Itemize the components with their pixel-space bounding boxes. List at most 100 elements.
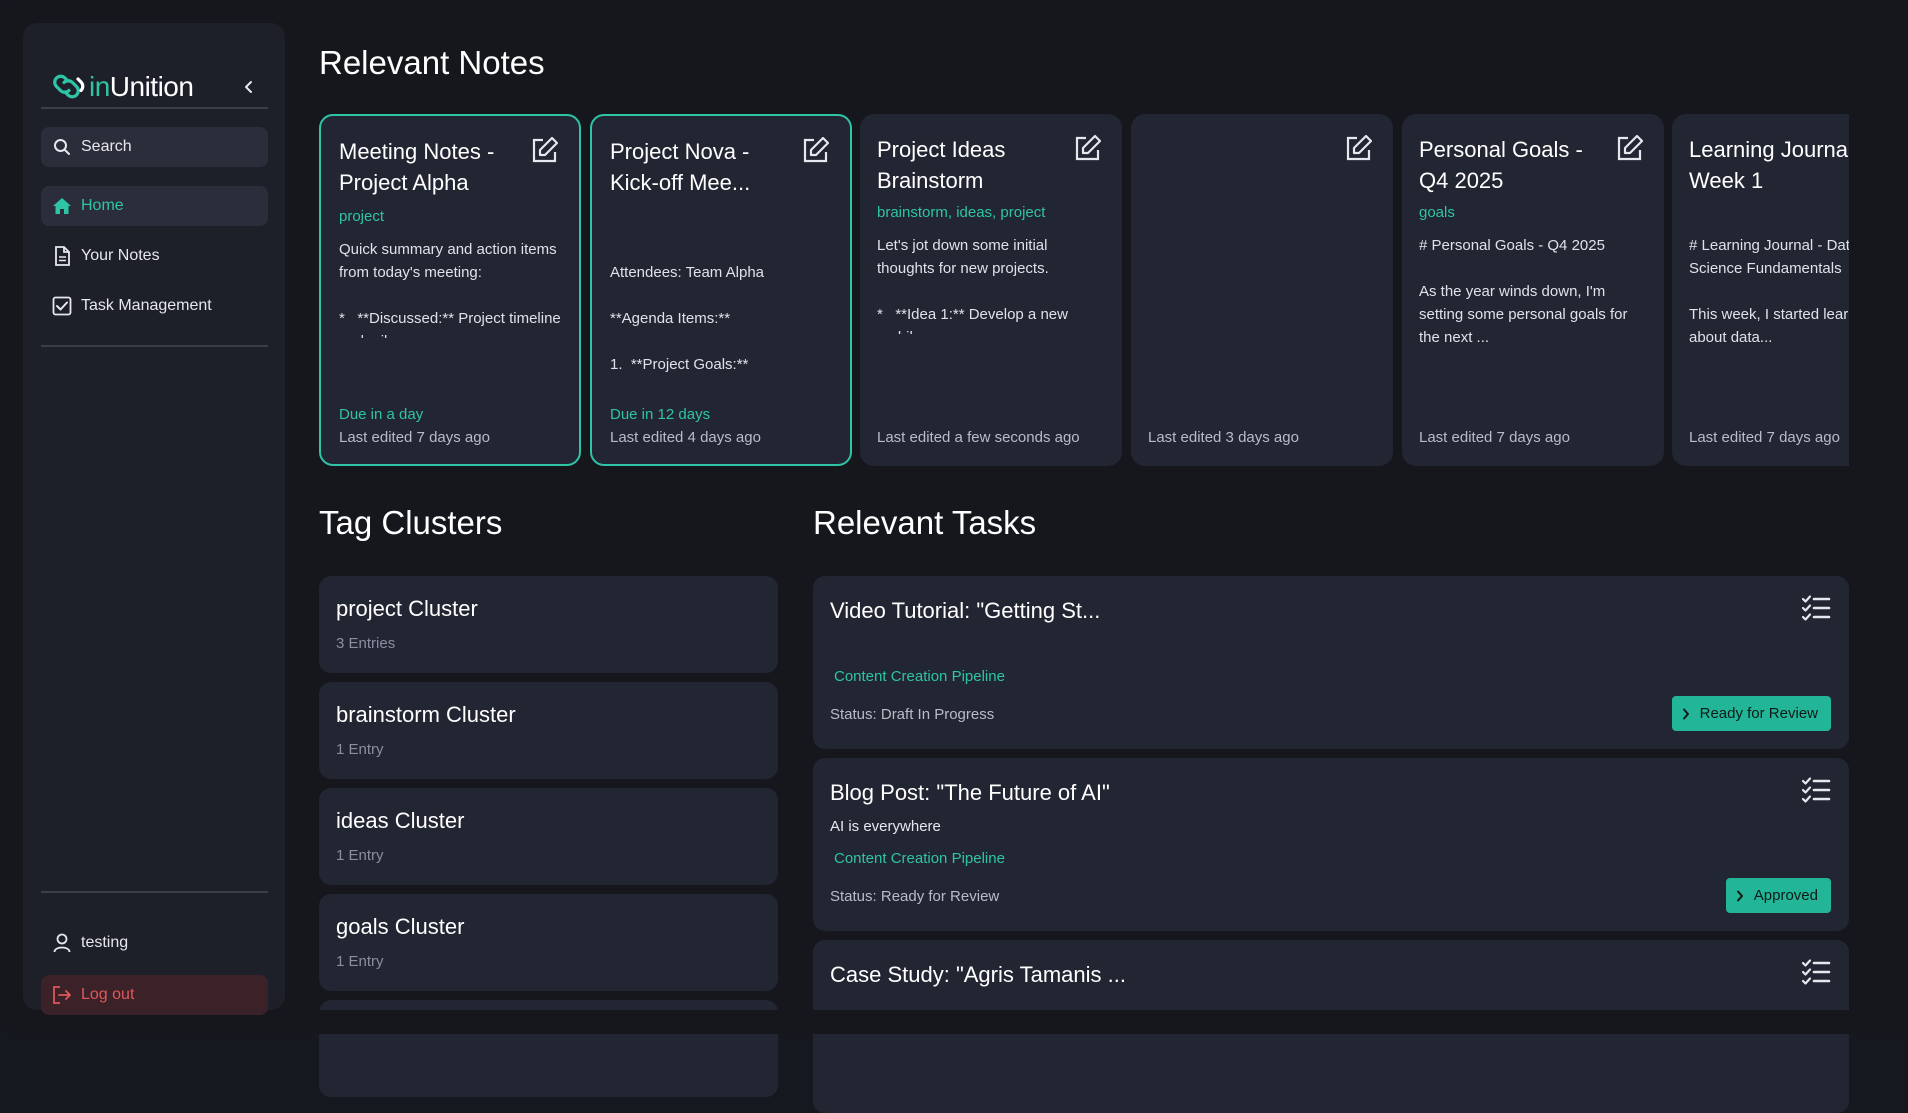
note-title: Learning Journal - Week 1	[1689, 137, 1849, 193]
sidebar-divider	[41, 345, 268, 347]
task-list-icon[interactable]	[1801, 594, 1831, 624]
logout-icon	[51, 984, 73, 1006]
note-last-edited: Last edited a few seconds ago	[877, 429, 1080, 446]
note-preview: Attendees: Team Alpha **Agenda Items:** …	[610, 264, 780, 381]
note-last-edited: Last edited 7 days ago	[1419, 429, 1570, 446]
sidebar-item-task-management[interactable]: Task Management	[41, 286, 268, 326]
cluster-name: brainstorm Cluster	[336, 702, 516, 727]
tag-cluster-card[interactable]: project Cluster 3 Entries	[319, 576, 778, 673]
user-icon	[51, 932, 73, 954]
sidebar-item-home[interactable]: Home	[41, 186, 268, 226]
note-due-date: Due in 12 days	[610, 406, 711, 423]
note-title: Project Nova - Kick-off Mee...	[610, 139, 751, 195]
checkbox-icon	[51, 295, 73, 317]
note-card[interactable]: Learning Journal - Week 1 # Learning Jou…	[1672, 114, 1849, 466]
advance-status-label: Ready for Review	[1699, 705, 1818, 722]
task-card[interactable]: Video Tutorial: "Getting St... Content C…	[813, 576, 1849, 749]
brand-prefix: in	[89, 71, 110, 102]
brand-logo[interactable]: inUnition	[51, 67, 194, 107]
tag-cluster-card[interactable]: ideas Cluster 1 Entry	[319, 788, 778, 885]
collapse-sidebar-button[interactable]	[233, 71, 265, 103]
task-list-icon[interactable]	[1801, 776, 1831, 806]
sidebar-divider	[41, 107, 268, 109]
cluster-entry-count: 3 Entries	[336, 635, 396, 652]
viewport-bottom-edge	[290, 1010, 1890, 1034]
cluster-entry-count: 1 Entry	[336, 953, 384, 970]
note-preview: # Learning Journal - Data Science Fundam…	[1689, 237, 1849, 346]
search-input[interactable]	[81, 138, 261, 156]
task-pipeline-link[interactable]: Content Creation Pipeline	[834, 850, 1005, 867]
cluster-entry-count: 1 Entry	[336, 741, 384, 758]
edit-icon	[803, 136, 830, 163]
search-icon	[54, 139, 70, 155]
username: testing	[81, 934, 129, 951]
note-last-edited: Last edited 3 days ago	[1148, 429, 1299, 446]
relevant-tasks-heading: Relevant Tasks	[813, 504, 1037, 541]
edit-note-button[interactable]	[1614, 132, 1646, 164]
sidebar: inUnition Home Your Notes Task Mana	[23, 23, 285, 1015]
note-title: Meeting Notes - Project Alpha	[339, 139, 495, 195]
task-status: Status: Draft In Progress	[830, 706, 995, 723]
note-card[interactable]: Last edited 3 days ago	[1131, 114, 1393, 466]
edit-note-button[interactable]	[1343, 132, 1375, 164]
tag-clusters-heading: Tag Clusters	[319, 504, 503, 541]
note-card[interactable]: Meeting Notes - Project Alpha project Qu…	[319, 114, 581, 466]
note-preview: Let's jot down some initial thoughts for…	[877, 237, 1068, 334]
sidebar-item-label: Your Notes	[81, 247, 160, 264]
advance-status-button[interactable]: Ready for Review	[1671, 696, 1831, 731]
task-title: Blog Post: "The Future of AI"	[830, 780, 1110, 805]
note-tags: brainstorm, ideas, project	[877, 204, 1046, 221]
task-status: Status: Ready for Review	[830, 888, 1000, 905]
sidebar-item-your-notes[interactable]: Your Notes	[41, 236, 268, 276]
note-tags: project	[339, 208, 385, 225]
edit-icon	[1346, 134, 1373, 161]
note-title: Personal Goals - Q4 2025	[1419, 137, 1583, 193]
advance-status-label: Approved	[1753, 887, 1818, 904]
home-icon	[51, 195, 73, 217]
note-card[interactable]: Project Ideas Brainstorm brainstorm, ide…	[860, 114, 1122, 466]
cluster-entry-count: 1 Entry	[336, 847, 384, 864]
sidebar-item-label: Home	[81, 197, 124, 214]
search-field[interactable]	[41, 127, 268, 167]
note-preview: Quick summary and action items from toda…	[339, 241, 561, 338]
task-title: Case Study: "Agris Tamanis ...	[830, 962, 1126, 987]
document-icon	[51, 245, 73, 267]
task-pipeline-link[interactable]: Content Creation Pipeline	[834, 668, 1005, 685]
note-card[interactable]: Personal Goals - Q4 2025 goals # Persona…	[1402, 114, 1664, 466]
logout-label: Log out	[81, 986, 135, 1003]
tag-cluster-card[interactable]: goals Cluster 1 Entry	[319, 894, 778, 991]
edit-note-button[interactable]	[529, 134, 561, 166]
edit-note-button[interactable]	[800, 134, 832, 166]
brand-suffix: Unition	[109, 71, 194, 102]
note-tags: goals	[1419, 204, 1455, 221]
user-profile[interactable]: testing	[41, 925, 268, 961]
edit-note-button[interactable]	[1072, 132, 1104, 164]
task-list-icon[interactable]	[1801, 958, 1831, 988]
advance-status-button[interactable]: Approved	[1725, 878, 1831, 913]
logout-button[interactable]: Log out	[41, 975, 268, 1015]
cluster-name: ideas Cluster	[336, 808, 465, 833]
edit-icon	[1617, 134, 1644, 161]
app-window: inUnition Home Your Notes Task Mana	[0, 0, 1908, 1113]
link-logo-icon	[53, 74, 85, 99]
note-title: Project Ideas Brainstorm	[877, 137, 1006, 193]
note-last-edited: Last edited 7 days ago	[1689, 429, 1840, 446]
cluster-name: goals Cluster	[336, 914, 465, 939]
tag-cluster-card[interactable]: brainstorm Cluster 1 Entry	[319, 682, 778, 779]
notes-carousel[interactable]: Meeting Notes - Project Alpha project Qu…	[319, 114, 1849, 466]
chevron-right-icon	[1736, 890, 1744, 902]
chevron-right-icon	[1682, 708, 1690, 720]
sidebar-divider	[41, 891, 268, 893]
note-card[interactable]: Project Nova - Kick-off Mee... Attendees…	[590, 114, 852, 466]
chevron-left-icon	[245, 81, 252, 93]
relevant-notes-heading: Relevant Notes	[319, 44, 545, 81]
note-due-date: Due in a day	[339, 406, 424, 423]
cluster-name: project Cluster	[336, 596, 478, 621]
sidebar-item-label: Task Management	[81, 297, 212, 314]
task-title: Video Tutorial: "Getting St...	[830, 598, 1101, 623]
note-last-edited: Last edited 7 days ago	[339, 429, 490, 446]
edit-icon	[532, 136, 559, 163]
task-card[interactable]: Blog Post: "The Future of AI" AI is ever…	[813, 758, 1849, 931]
note-preview: # Personal Goals - Q4 2025 As the year w…	[1419, 237, 1628, 346]
task-description: AI is everywhere	[830, 818, 941, 835]
